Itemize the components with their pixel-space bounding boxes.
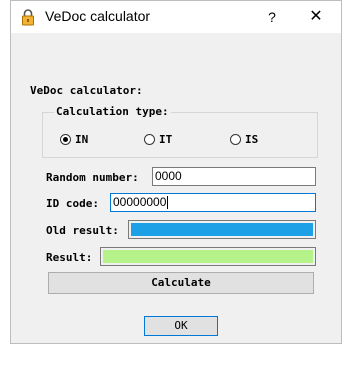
help-button[interactable]: ?: [259, 5, 285, 29]
result-label: Result:: [46, 251, 93, 264]
id-code-input[interactable]: 00000000: [110, 193, 316, 212]
random-number-input[interactable]: 0000: [152, 167, 316, 186]
radio-label-is: IS: [245, 133, 259, 146]
id-code-value: 00000000: [113, 195, 167, 209]
old-result-label: Old result:: [46, 224, 119, 237]
calculate-button[interactable]: Calculate: [48, 272, 314, 294]
ok-button[interactable]: OK: [144, 316, 218, 336]
radio-label-it: IT: [159, 133, 173, 146]
old-result-fill: [131, 223, 313, 236]
title-bar[interactable]: VeDoc calculator ? ✕: [11, 1, 341, 33]
radio-is[interactable]: IS: [230, 133, 258, 146]
random-number-value: 0000: [155, 169, 182, 183]
radio-it[interactable]: IT: [144, 133, 172, 146]
text-caret: [167, 196, 169, 210]
id-code-label: ID code:: [46, 197, 99, 210]
window-title: VeDoc calculator: [45, 8, 151, 24]
radio-in[interactable]: IN: [60, 133, 88, 146]
calc-type-label: Calculation type:: [54, 105, 171, 118]
old-result-box: [128, 220, 316, 239]
radio-circle-in[interactable]: [60, 134, 71, 145]
close-button[interactable]: ✕: [301, 5, 331, 29]
radio-circle-is[interactable]: [230, 134, 241, 145]
radio-label-in: IN: [75, 133, 89, 146]
group-label: VeDoc calculator:: [30, 84, 143, 97]
radio-circle-it[interactable]: [144, 134, 155, 145]
random-number-label: Random number:: [46, 171, 139, 184]
result-fill: [103, 250, 313, 263]
lock-icon: [21, 8, 35, 26]
result-box: [100, 247, 316, 266]
